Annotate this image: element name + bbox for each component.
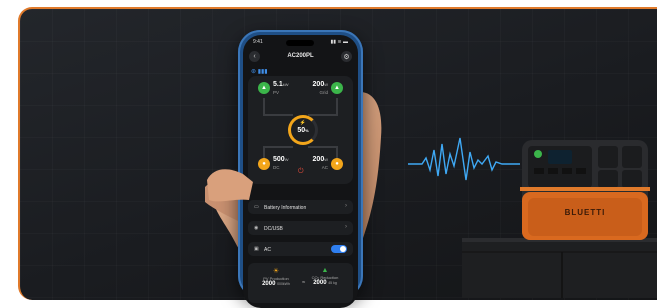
wire-ac-h <box>308 146 338 148</box>
wire-pv-h <box>263 114 293 116</box>
ac-label: AC <box>321 165 328 170</box>
tree-icon: ▲ <box>321 267 329 274</box>
ac-output-icon: ● <box>335 161 339 167</box>
device-title: AC200PL <box>287 53 314 59</box>
ac-socket-icon: ▣ <box>254 246 259 252</box>
side-table <box>462 238 657 298</box>
ac-row-label: AC <box>264 246 271 253</box>
pv-production-value: 2000 000kWh <box>262 281 290 287</box>
dc-value: 500W <box>273 156 289 163</box>
pv-value: 5.1kW <box>273 81 289 88</box>
status-time: 9:41 <box>253 39 263 45</box>
grid-tower-icon: ▲ <box>334 85 340 91</box>
pv-production-stat: ☀ PV Production 2000 000kWh <box>252 267 300 287</box>
dc-label: DC <box>273 165 280 170</box>
app-navbar: ‹ AC200PL ⚙ <box>249 51 352 63</box>
battery-info-row[interactable]: ▭ Battery Information › <box>248 200 353 214</box>
phone-mockup: 9:41 ▮▮ ≋ ▬ ‹ AC200PL ⚙ ⊛ ▮▮▮ ▲ 5.1kW PV… <box>238 30 363 308</box>
wire-grid-h <box>308 114 338 116</box>
sun-icon: ☀ <box>272 268 280 275</box>
pv-label: PV <box>273 90 280 95</box>
app-screen: 9:41 ▮▮ ≋ ▬ ‹ AC200PL ⚙ ⊛ ▮▮▮ ▲ 5.1kW PV… <box>243 35 358 308</box>
ac-node[interactable]: ● <box>331 158 343 170</box>
dc-output-icon: ● <box>262 161 266 167</box>
power-station-device <box>520 140 650 240</box>
grid-node[interactable]: ▲ <box>331 82 343 94</box>
ac-value: 200W <box>312 156 328 163</box>
connection-status-icons: ⊛ ▮▮▮ <box>251 69 268 75</box>
signal-icon: ▮▮ ≋ ▬ <box>330 39 348 45</box>
energy-flow-panel: ▲ 5.1kW PV ▲ 200W Grid ⚡ 50% ● 500W DC ●… <box>248 76 353 184</box>
dcusb-row[interactable]: ◉ DC/USB › <box>248 221 353 235</box>
grid-value: 200W <box>312 81 328 88</box>
dcusb-label: DC/USB <box>264 225 283 232</box>
wire-grid <box>336 98 338 114</box>
solar-icon: ▲ <box>261 85 267 91</box>
battery-level: 50% <box>297 127 309 134</box>
chevron-right-icon: › <box>345 203 347 209</box>
battery-bolt-icon: ⚡ <box>299 120 307 126</box>
dynamic-island <box>286 40 314 46</box>
settings-button[interactable]: ⚙ <box>341 51 352 62</box>
co2-value: 2000 45 kg <box>313 280 337 286</box>
chevron-right-icon: › <box>345 224 347 230</box>
stats-panel: ☀ PV Production 2000 000kWh ≈ ▲ CO₂ Redu… <box>248 263 353 303</box>
grid-label: Grid <box>319 90 328 95</box>
power-icon[interactable]: ⏻ <box>298 168 304 176</box>
wire-dc-h <box>263 146 293 148</box>
battery-info-label: Battery Information <box>264 204 307 211</box>
pv-node[interactable]: ▲ <box>258 82 270 94</box>
ac-toggle[interactable] <box>331 245 347 253</box>
dc-node[interactable]: ● <box>258 158 270 170</box>
wire-pv <box>263 98 265 114</box>
usb-icon: ◉ <box>254 225 259 231</box>
station-brand-label: BLUETTI <box>564 208 606 217</box>
thumb-illustration <box>207 169 253 202</box>
ac-row: ▣ AC <box>248 242 353 256</box>
wireless-signal-wave <box>408 137 520 181</box>
co2-stat: ▲ CO₂ Reduction 2000 45 kg <box>301 267 349 286</box>
gear-icon: ⚙ <box>343 53 350 61</box>
